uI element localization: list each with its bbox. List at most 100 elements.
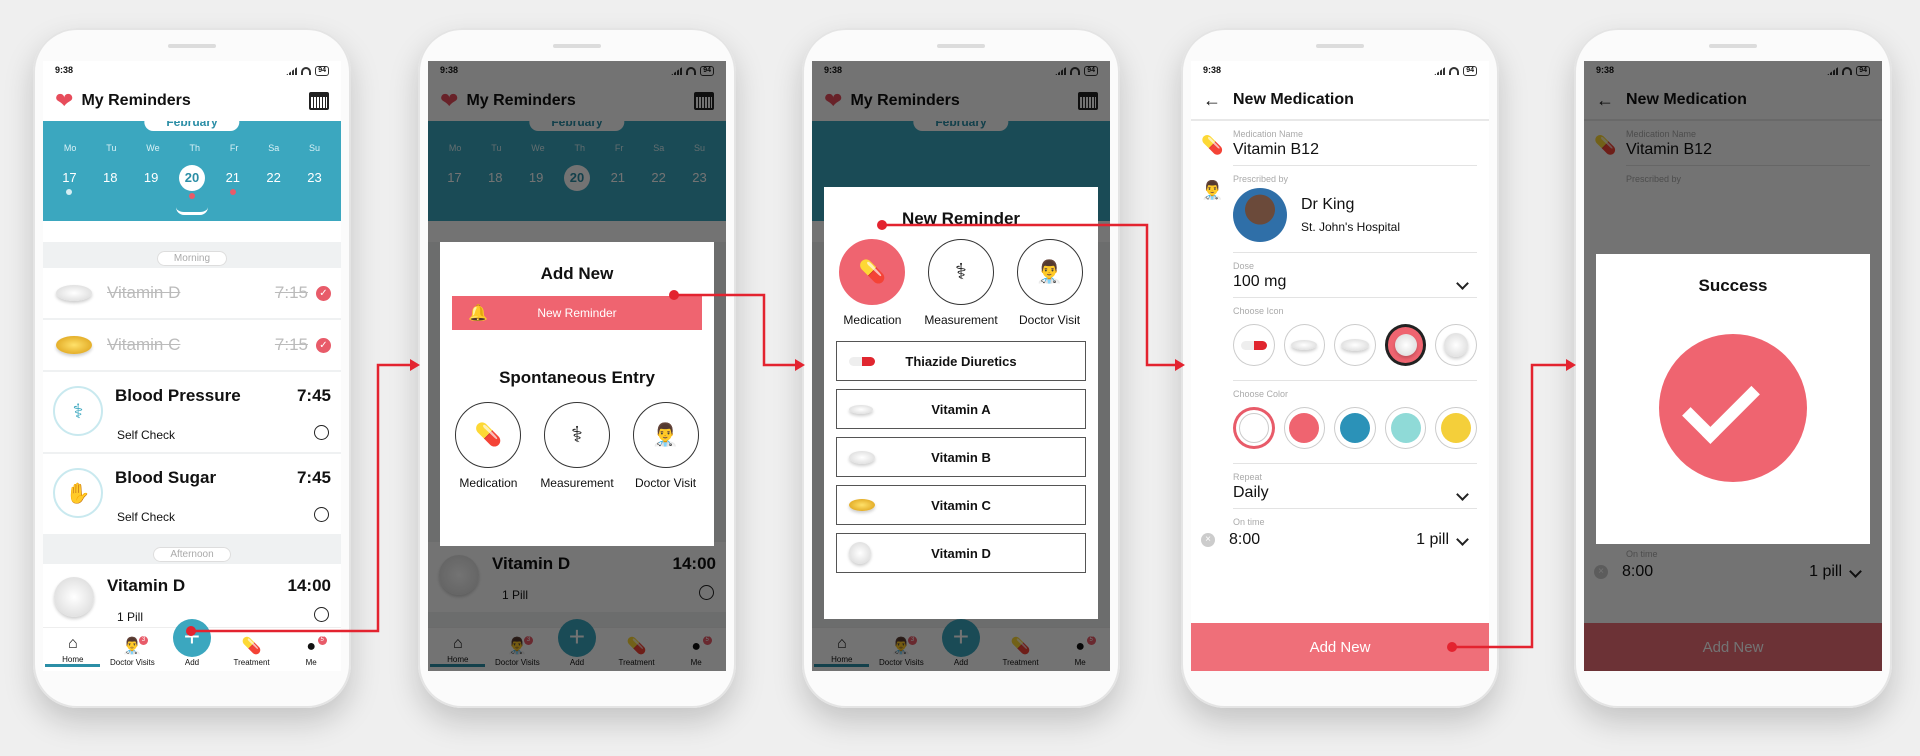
list-item[interactable]: Vitamin C 7:15 ✓ xyxy=(43,320,341,370)
list-item[interactable]: ⚕ Blood Pressure 7:45 Self Check xyxy=(43,372,341,452)
doctor-avatar xyxy=(1233,188,1287,242)
new-reminder-button[interactable]: 🔔 New Reminder xyxy=(452,296,702,330)
yellow-pill-icon xyxy=(849,499,875,511)
white-pill-icon xyxy=(849,404,873,414)
date-cell[interactable]: 17 xyxy=(56,165,82,195)
sphere-pill-icon-option[interactable] xyxy=(1435,324,1477,366)
checkmark-icon[interactable]: ✓ xyxy=(316,285,331,301)
checkmark-icon[interactable]: ✓ xyxy=(316,337,331,353)
round-pill-icon-option-selected[interactable] xyxy=(1384,324,1427,366)
modal-title: Success xyxy=(1698,276,1768,295)
ontime-qty: 1 pill xyxy=(1416,531,1449,548)
date-cell[interactable]: 23 xyxy=(301,165,327,191)
date-cell[interactable]: 19 xyxy=(138,165,164,191)
medication-option-selected[interactable]: 💊 Medication xyxy=(839,239,906,327)
item-name: Blood Sugar xyxy=(115,468,217,487)
list-item[interactable]: Vitamin D 7:15 ✓ xyxy=(43,268,341,318)
screen-success: 9:3894 ←New Medication 💊Medication NameV… xyxy=(1584,61,1882,671)
option-label: Medication xyxy=(843,313,902,327)
color-swatch[interactable] xyxy=(1435,407,1477,449)
option-label: Doctor Visit xyxy=(1018,313,1081,327)
doctor-icon: 👨‍⚕ xyxy=(1016,239,1083,305)
flat-pill-icon-option[interactable] xyxy=(1334,324,1376,366)
option-label: Medication xyxy=(459,476,518,490)
phone-new-reminder: 9:3894 ❤My Reminders February ⌂Home 👨‍⚕D… xyxy=(802,28,1120,708)
phone-add-new: 9:3894 ❤My Reminders FebruaryMoTuWeThFrS… xyxy=(418,28,736,708)
radio-button[interactable] xyxy=(314,425,329,440)
item-subtitle: Self Check xyxy=(117,428,176,442)
expand-chevron-icon[interactable] xyxy=(176,207,208,215)
date-cell[interactable]: 18 xyxy=(97,165,123,191)
status-bar: 9:38 94 xyxy=(43,61,341,81)
med-row[interactable]: Vitamin C xyxy=(836,485,1086,525)
med-row[interactable]: Vitamin B xyxy=(836,437,1086,477)
pills-icon: 💊 xyxy=(1201,135,1224,155)
add-new-button[interactable]: Add New xyxy=(1191,623,1489,671)
med-name: Thiazide Diuretics xyxy=(905,353,1017,369)
capsule-icon-option[interactable] xyxy=(1233,324,1275,366)
color-swatch-selected[interactable] xyxy=(1233,407,1275,449)
med-row[interactable]: Vitamin D xyxy=(836,533,1086,573)
measurement-option[interactable]: ⚕ Measurement xyxy=(924,239,998,327)
date-cell[interactable]: 21 xyxy=(220,165,246,195)
back-arrow-icon[interactable]: ← xyxy=(1203,90,1221,111)
color-swatch[interactable] xyxy=(1334,407,1376,449)
white-pill-icon xyxy=(56,285,92,301)
avatar: ● xyxy=(306,638,316,655)
doctor-visit-option[interactable]: 👨‍⚕ Doctor Visit xyxy=(632,402,699,490)
doctor-icon: 👨‍⚕ xyxy=(632,402,699,468)
status-time: 9:38 xyxy=(1203,65,1222,75)
med-row[interactable]: Vitamin A xyxy=(836,389,1086,429)
medication-option[interactable]: 💊 Medication xyxy=(455,402,522,490)
speaker xyxy=(1709,44,1757,48)
nav-doctor-visits[interactable]: 👨‍⚕ Doctor Visits 3 xyxy=(105,636,160,667)
yellow-pill-icon xyxy=(56,336,92,354)
repeat-field[interactable]: Repeat Daily xyxy=(1233,464,1477,509)
hospital-name: St. John's Hospital xyxy=(1301,220,1401,234)
date-cell[interactable]: 22 xyxy=(261,165,287,191)
on-time-field[interactable]: On time × 8:00 1 pill xyxy=(1201,509,1477,555)
wifi-icon xyxy=(1449,67,1460,75)
dose-field[interactable]: Dose 100 mg xyxy=(1233,253,1477,298)
list-item[interactable]: ✋ Blood Sugar 7:45 Self Check xyxy=(43,454,341,534)
calendar-icon[interactable] xyxy=(309,92,329,110)
radio-button[interactable] xyxy=(314,507,329,522)
status-bar: 9:38 94 xyxy=(1191,61,1489,81)
nav-add[interactable]: + Add xyxy=(164,619,219,667)
add-icon[interactable]: + xyxy=(172,619,211,657)
page-title: New Medication xyxy=(1233,91,1354,108)
med-row[interactable]: Thiazide Diuretics xyxy=(836,341,1086,381)
doctor-visit-option[interactable]: 👨‍⚕ Doctor Visit xyxy=(1016,239,1083,327)
week-calendar: February Mo Tu We Th Fr Sa Su 17 18 19 20 21 2… xyxy=(43,111,341,221)
remove-icon[interactable]: × xyxy=(1201,533,1215,547)
event-dot xyxy=(229,189,236,195)
color-swatch[interactable] xyxy=(1384,407,1427,449)
field-label: Medication Name xyxy=(1233,129,1304,139)
screen-add-new: 9:3894 ❤My Reminders FebruaryMoTuWeThFrS… xyxy=(428,61,726,671)
item-subtitle: 1 Pill xyxy=(117,610,144,624)
item-name: Vitamin D xyxy=(107,283,181,302)
option-label: Measurement xyxy=(924,313,998,327)
color-swatch[interactable] xyxy=(1283,407,1326,449)
header: ❤ My Reminders xyxy=(43,81,341,121)
item-time: 7:15 xyxy=(274,283,308,302)
prescribed-by-field[interactable]: 👨‍⚕ Prescribed by Dr King St. John's Hospi… xyxy=(1201,166,1477,253)
stethoscope-icon: ⚕ xyxy=(53,386,103,436)
screen-new-reminder: 9:3894 ❤My Reminders February ⌂Home 👨‍⚕D… xyxy=(812,61,1110,671)
screen-home: 9:38 94 ❤ My Reminders February Mo Tu We Th F… xyxy=(43,61,341,671)
nav-label: Treatment xyxy=(233,658,270,667)
field-label: Choose Color xyxy=(1233,389,1289,399)
white-pills-icon xyxy=(53,576,95,618)
oval-pill-icon-option[interactable] xyxy=(1283,324,1326,366)
speaker xyxy=(168,44,216,48)
radio-button[interactable] xyxy=(314,607,329,622)
measurement-option[interactable]: ⚕ Measurement xyxy=(540,402,614,490)
date-cell-selected[interactable]: 20 xyxy=(178,165,205,199)
new-reminder-modal: New Reminder 💊 Medication ⚕ Measurement 👨‍… xyxy=(824,187,1098,619)
nav-me[interactable]: ● Me 5 xyxy=(284,636,339,667)
medication-name-field[interactable]: 💊 Medication Name Vitamin B12 xyxy=(1201,121,1477,166)
nav-treatment[interactable]: 💊 Treatment xyxy=(224,636,279,667)
white-pill-icon xyxy=(849,450,875,464)
field-label: Dose xyxy=(1233,261,1255,271)
nav-home[interactable]: ⌂ Home xyxy=(45,633,101,667)
